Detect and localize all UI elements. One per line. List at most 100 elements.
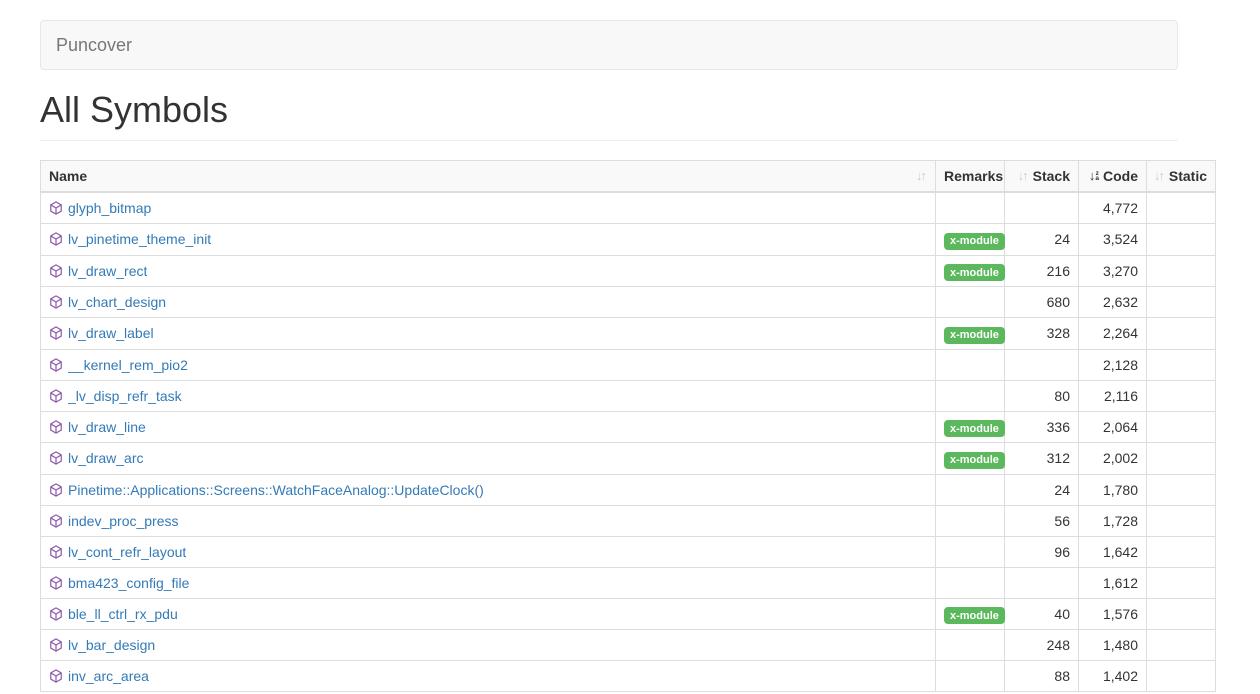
x-module-badge: x-module	[944, 607, 1005, 624]
remarks-cell	[936, 474, 1005, 505]
remarks-cell: x-module	[936, 224, 1005, 256]
table-row: __kernel_rem_pio2 2,128	[41, 349, 1216, 380]
code-value: 2,128	[1079, 349, 1147, 380]
stack-value	[1005, 192, 1079, 224]
static-value	[1147, 224, 1216, 256]
column-label-name: Name	[49, 166, 87, 186]
symbol-name-cell: ble_ll_ctrl_rx_pdu	[41, 598, 936, 630]
package-cube-icon	[49, 201, 63, 215]
code-value: 3,270	[1079, 255, 1147, 287]
symbol-link[interactable]: lv_pinetime_theme_init	[68, 229, 211, 249]
table-row: lv_bar_design 248 1,480	[41, 630, 1216, 661]
symbol-link[interactable]: __kernel_rem_pio2	[68, 355, 188, 375]
column-header-static[interactable]: ↓↑ Static	[1147, 161, 1216, 193]
symbol-link[interactable]: lv_chart_design	[68, 292, 166, 312]
static-value	[1147, 380, 1216, 411]
remarks-cell	[936, 536, 1005, 567]
table-row: ble_ll_ctrl_rx_pdu x-module 40 1,576	[41, 598, 1216, 630]
symbol-link[interactable]: lv_cont_refr_layout	[68, 542, 186, 562]
symbol-name-cell: Pinetime::Applications::Screens::WatchFa…	[41, 474, 936, 505]
package-cube-icon	[49, 483, 63, 497]
static-value	[1147, 505, 1216, 536]
x-module-badge: x-module	[944, 264, 1005, 281]
sort-both-icon: ↓↑	[916, 166, 927, 186]
package-cube-icon	[49, 358, 63, 372]
symbol-link[interactable]: bma423_config_file	[68, 573, 189, 593]
symbol-link[interactable]: inv_arc_area	[68, 666, 149, 686]
sort-both-icon: ↓↑	[1154, 166, 1165, 186]
stack-value: 336	[1005, 411, 1079, 443]
symbol-link[interactable]: glyph_bitmap	[68, 198, 151, 218]
symbol-link[interactable]: lv_draw_label	[68, 323, 154, 343]
table-row: Pinetime::Applications::Screens::WatchFa…	[41, 474, 1216, 505]
column-header-remarks[interactable]: Remarks	[936, 161, 1005, 193]
symbol-link[interactable]: lv_draw_line	[68, 417, 146, 437]
remarks-cell: x-module	[936, 255, 1005, 287]
remarks-cell	[936, 567, 1005, 598]
remarks-cell: x-module	[936, 443, 1005, 475]
symbol-link[interactable]: lv_bar_design	[68, 635, 155, 655]
table-row: lv_draw_line x-module 336 2,064	[41, 411, 1216, 443]
code-value: 1,612	[1079, 567, 1147, 598]
symbol-link[interactable]: _lv_disp_refr_task	[68, 386, 182, 406]
static-value	[1147, 661, 1216, 692]
column-header-code[interactable]: ↓ z a Code	[1079, 161, 1147, 193]
table-row: inv_arc_area 88 1,402	[41, 661, 1216, 692]
code-value: 1,642	[1079, 536, 1147, 567]
stack-value: 248	[1005, 630, 1079, 661]
symbols-table-body: glyph_bitmap 4,772 lv_pinetime_theme_ini…	[41, 192, 1216, 692]
navbar-brand-link[interactable]: Puncover	[41, 21, 147, 69]
remarks-cell	[936, 287, 1005, 318]
stack-value	[1005, 349, 1079, 380]
table-row: bma423_config_file 1,612	[41, 567, 1216, 598]
column-label-static: Static	[1169, 166, 1207, 186]
stack-value	[1005, 567, 1079, 598]
symbol-link[interactable]: lv_draw_arc	[68, 448, 143, 468]
table-row: glyph_bitmap 4,772	[41, 192, 1216, 224]
symbol-name-cell: lv_chart_design	[41, 287, 936, 318]
symbol-link[interactable]: lv_draw_rect	[68, 261, 147, 281]
sort-descending-icon: ↓ z a	[1089, 166, 1099, 186]
static-value	[1147, 474, 1216, 505]
static-value	[1147, 411, 1216, 443]
symbol-link[interactable]: ble_ll_ctrl_rx_pdu	[68, 604, 178, 624]
symbol-name-cell: lv_draw_line	[41, 411, 936, 443]
column-header-stack[interactable]: ↓↑ Stack	[1005, 161, 1079, 193]
package-cube-icon	[49, 576, 63, 590]
page-title: All Symbols	[40, 90, 1260, 130]
static-value	[1147, 598, 1216, 630]
table-row: lv_cont_refr_layout 96 1,642	[41, 536, 1216, 567]
static-value	[1147, 536, 1216, 567]
remarks-cell	[936, 630, 1005, 661]
x-module-badge: x-module	[944, 420, 1005, 437]
stack-value: 96	[1005, 536, 1079, 567]
sort-both-icon: ↓↑	[1018, 166, 1029, 186]
static-value	[1147, 255, 1216, 287]
table-header-row: Name ↓↑ Remarks ↓↑ Stack	[41, 161, 1216, 193]
column-header-name[interactable]: Name ↓↑	[41, 161, 936, 193]
package-cube-icon	[49, 420, 63, 434]
symbol-link[interactable]: indev_proc_press	[68, 511, 179, 531]
code-value: 1,480	[1079, 630, 1147, 661]
code-value: 2,264	[1079, 318, 1147, 350]
remarks-cell	[936, 192, 1005, 224]
static-value	[1147, 349, 1216, 380]
remarks-cell: x-module	[936, 318, 1005, 350]
symbol-name-cell: bma423_config_file	[41, 567, 936, 598]
package-cube-icon	[49, 389, 63, 403]
divider	[40, 140, 1178, 141]
package-cube-icon	[49, 264, 63, 278]
code-value: 2,116	[1079, 380, 1147, 411]
symbol-name-cell: inv_arc_area	[41, 661, 936, 692]
code-value: 2,064	[1079, 411, 1147, 443]
remarks-cell	[936, 505, 1005, 536]
symbol-name-cell: lv_bar_design	[41, 630, 936, 661]
table-row: _lv_disp_refr_task 80 2,116	[41, 380, 1216, 411]
code-value: 4,772	[1079, 192, 1147, 224]
stack-value: 312	[1005, 443, 1079, 475]
stack-value: 80	[1005, 380, 1079, 411]
remarks-cell	[936, 349, 1005, 380]
symbol-link[interactable]: Pinetime::Applications::Screens::WatchFa…	[68, 480, 484, 500]
remarks-cell	[936, 661, 1005, 692]
code-value: 2,002	[1079, 443, 1147, 475]
